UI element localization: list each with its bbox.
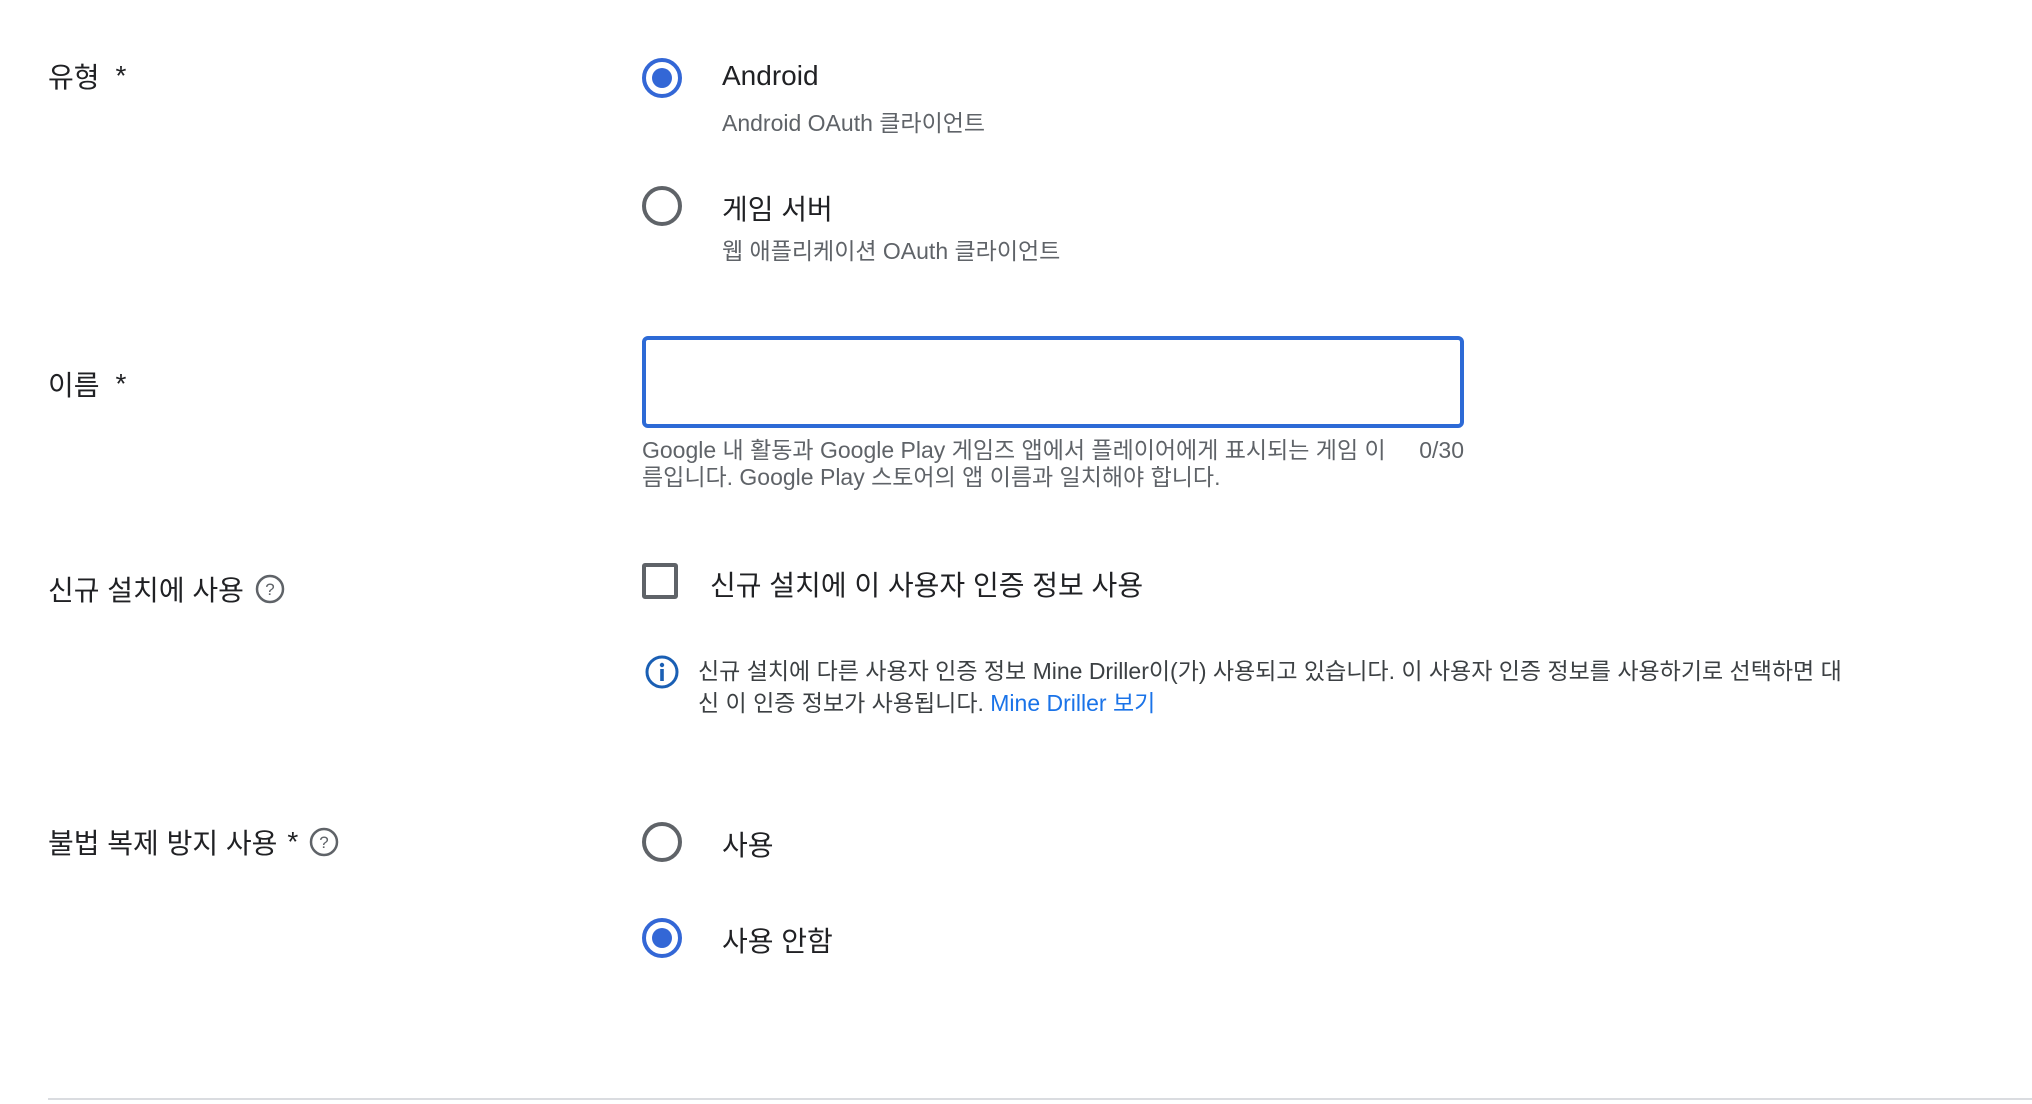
radio-game-server-title[interactable]: 게임 서버 xyxy=(722,188,833,228)
radio-anti-piracy-on-title[interactable]: 사용 xyxy=(722,824,774,864)
view-mine-driller-link[interactable]: Mine Driller 보기 xyxy=(990,690,1155,716)
anti-piracy-label: 불법 복제 방지 사용 * ? xyxy=(48,822,340,862)
required-mark: * xyxy=(115,60,127,91)
name-input[interactable] xyxy=(642,336,1464,428)
info-icon xyxy=(645,655,679,689)
svg-text:?: ? xyxy=(265,580,274,599)
radio-game-server-description: 웹 애플리케이션 OAuth 클라이언트 xyxy=(722,238,1061,264)
radio-anti-piracy-on[interactable] xyxy=(642,822,682,862)
svg-text:?: ? xyxy=(320,833,329,852)
radio-android-description: Android OAuth 클라이언트 xyxy=(722,110,986,136)
name-label-text: 이름 xyxy=(48,370,100,401)
divider xyxy=(48,1098,2032,1100)
radio-android[interactable] xyxy=(642,58,682,98)
type-label-text: 유형 xyxy=(48,62,100,93)
new-install-label-text: 신규 설치에 사용 xyxy=(48,575,244,606)
new-install-label: 신규 설치에 사용 ? xyxy=(48,569,286,609)
radio-game-server[interactable] xyxy=(642,186,682,226)
anti-piracy-label-text: 불법 복제 방지 사용 xyxy=(48,828,278,859)
new-install-checkbox-label[interactable]: 신규 설치에 이 사용자 인증 정보 사용 xyxy=(710,564,1143,604)
required-mark: * xyxy=(115,368,127,399)
required-mark: * xyxy=(287,826,299,857)
help-circle-icon[interactable]: ? xyxy=(308,826,340,858)
new-install-checkbox[interactable] xyxy=(642,563,678,599)
info-message-text: 신규 설치에 다른 사용자 인증 정보 Mine Driller이(가) 사용되… xyxy=(698,658,1842,716)
name-hint: Google 내 활동과 Google Play 게임즈 앱에서 플레이어에게 … xyxy=(642,437,1386,490)
info-message: 신규 설치에 다른 사용자 인증 정보 Mine Driller이(가) 사용되… xyxy=(698,655,1858,719)
name-label: 이름 * xyxy=(48,364,126,404)
help-circle-icon[interactable]: ? xyxy=(254,573,286,605)
radio-anti-piracy-off[interactable] xyxy=(642,918,682,958)
radio-android-title[interactable]: Android xyxy=(722,60,819,92)
name-counter: 0/30 xyxy=(1419,437,1464,463)
type-label: 유형 * xyxy=(48,56,126,96)
radio-anti-piracy-off-title[interactable]: 사용 안함 xyxy=(722,920,833,960)
